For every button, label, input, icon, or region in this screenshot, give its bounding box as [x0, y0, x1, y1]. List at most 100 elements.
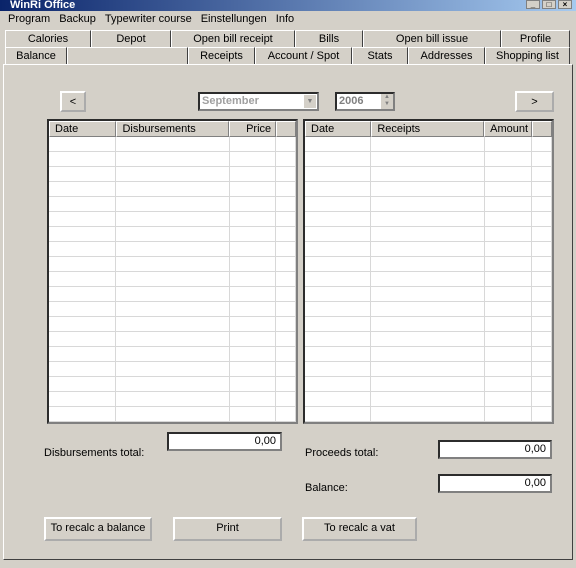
table-cell[interactable]: [305, 167, 372, 181]
table-cell[interactable]: [276, 182, 296, 196]
year-spinner[interactable]: 2006 ▲ ▼: [335, 92, 395, 111]
table-cell[interactable]: [276, 377, 296, 391]
next-month-button[interactable]: >: [515, 91, 554, 112]
table-cell[interactable]: [116, 407, 230, 421]
table-cell[interactable]: [485, 392, 533, 406]
table-row[interactable]: [49, 362, 296, 377]
tab-bills[interactable]: Bills: [295, 30, 363, 47]
table-cell[interactable]: [230, 227, 277, 241]
table-cell[interactable]: [230, 137, 277, 151]
table-cell[interactable]: [230, 212, 277, 226]
table-cell[interactable]: [485, 287, 533, 301]
table-cell[interactable]: [49, 137, 117, 151]
table-cell[interactable]: [49, 212, 117, 226]
table-cell[interactable]: [485, 257, 533, 271]
table-cell[interactable]: [305, 257, 372, 271]
table-cell[interactable]: [49, 242, 117, 256]
table-row[interactable]: [49, 302, 296, 317]
spin-arrows-icon[interactable]: ▲ ▼: [381, 94, 393, 109]
table-cell[interactable]: [371, 212, 485, 226]
table-cell[interactable]: [532, 317, 552, 331]
table-cell[interactable]: [485, 167, 533, 181]
table-cell[interactable]: [230, 287, 277, 301]
table-cell[interactable]: [230, 317, 277, 331]
menu-info[interactable]: Info: [268, 11, 299, 28]
table-cell[interactable]: [49, 407, 117, 421]
table-row[interactable]: [49, 152, 296, 167]
table-row[interactable]: [49, 407, 296, 422]
receipts-grid[interactable]: Date Receipts Amount: [303, 119, 554, 424]
table-cell[interactable]: [230, 272, 277, 286]
table-cell[interactable]: [116, 257, 230, 271]
disbursements-total-field[interactable]: 0,00: [167, 432, 282, 451]
tab-addresses[interactable]: Addresses: [408, 47, 485, 64]
table-cell[interactable]: [230, 242, 277, 256]
table-cell[interactable]: [49, 362, 117, 376]
table-cell[interactable]: [276, 332, 296, 346]
table-cell[interactable]: [116, 152, 230, 166]
table-cell[interactable]: [485, 362, 533, 376]
table-cell[interactable]: [532, 407, 552, 421]
table-cell[interactable]: [305, 227, 372, 241]
tab-balance[interactable]: Balance: [5, 47, 67, 65]
table-cell[interactable]: [276, 137, 296, 151]
table-cell[interactable]: [116, 212, 230, 226]
table-cell[interactable]: [230, 197, 277, 211]
menu-program[interactable]: Program: [0, 11, 55, 28]
table-cell[interactable]: [116, 302, 230, 316]
table-cell[interactable]: [485, 137, 533, 151]
table-cell[interactable]: [532, 212, 552, 226]
table-cell[interactable]: [532, 332, 552, 346]
table-row[interactable]: [305, 347, 552, 362]
table-row[interactable]: [305, 137, 552, 152]
table-cell[interactable]: [230, 152, 277, 166]
table-cell[interactable]: [532, 182, 552, 196]
minimize-button[interactable]: _: [526, 0, 540, 9]
table-row[interactable]: [49, 287, 296, 302]
table-row[interactable]: [49, 167, 296, 182]
table-row[interactable]: [305, 392, 552, 407]
tab-depot[interactable]: Depot: [91, 30, 171, 47]
table-cell[interactable]: [49, 197, 117, 211]
table-cell[interactable]: [116, 392, 230, 406]
table-cell[interactable]: [49, 257, 117, 271]
table-row[interactable]: [49, 182, 296, 197]
table-cell[interactable]: [371, 152, 485, 166]
table-cell[interactable]: [371, 392, 485, 406]
table-cell[interactable]: [532, 242, 552, 256]
table-cell[interactable]: [276, 167, 296, 181]
table-row[interactable]: [49, 137, 296, 152]
table-row[interactable]: [305, 362, 552, 377]
table-cell[interactable]: [532, 302, 552, 316]
table-cell[interactable]: [371, 257, 485, 271]
table-row[interactable]: [305, 152, 552, 167]
table-cell[interactable]: [371, 302, 485, 316]
table-cell[interactable]: [276, 287, 296, 301]
tab-open-bill-receipt[interactable]: Open bill receipt: [171, 30, 295, 47]
table-cell[interactable]: [230, 347, 277, 361]
table-cell[interactable]: [371, 287, 485, 301]
table-row[interactable]: [305, 287, 552, 302]
table-row[interactable]: [305, 242, 552, 257]
table-row[interactable]: [305, 197, 552, 212]
table-cell[interactable]: [305, 392, 372, 406]
table-cell[interactable]: [532, 362, 552, 376]
table-row[interactable]: [305, 302, 552, 317]
table-cell[interactable]: [485, 332, 533, 346]
menu-backup[interactable]: Backup: [51, 11, 101, 28]
table-cell[interactable]: [116, 167, 230, 181]
col-receipts[interactable]: Receipts: [371, 121, 485, 137]
table-cell[interactable]: [230, 377, 277, 391]
table-row[interactable]: [49, 317, 296, 332]
table-cell[interactable]: [371, 182, 485, 196]
print-button[interactable]: Print: [173, 517, 282, 541]
table-cell[interactable]: [305, 302, 372, 316]
table-cell[interactable]: [276, 392, 296, 406]
close-button[interactable]: ×: [558, 0, 572, 9]
table-cell[interactable]: [230, 182, 277, 196]
col-date[interactable]: Date: [49, 121, 117, 137]
table-cell[interactable]: [371, 242, 485, 256]
table-cell[interactable]: [49, 272, 117, 286]
table-cell[interactable]: [485, 407, 533, 421]
table-cell[interactable]: [371, 317, 485, 331]
